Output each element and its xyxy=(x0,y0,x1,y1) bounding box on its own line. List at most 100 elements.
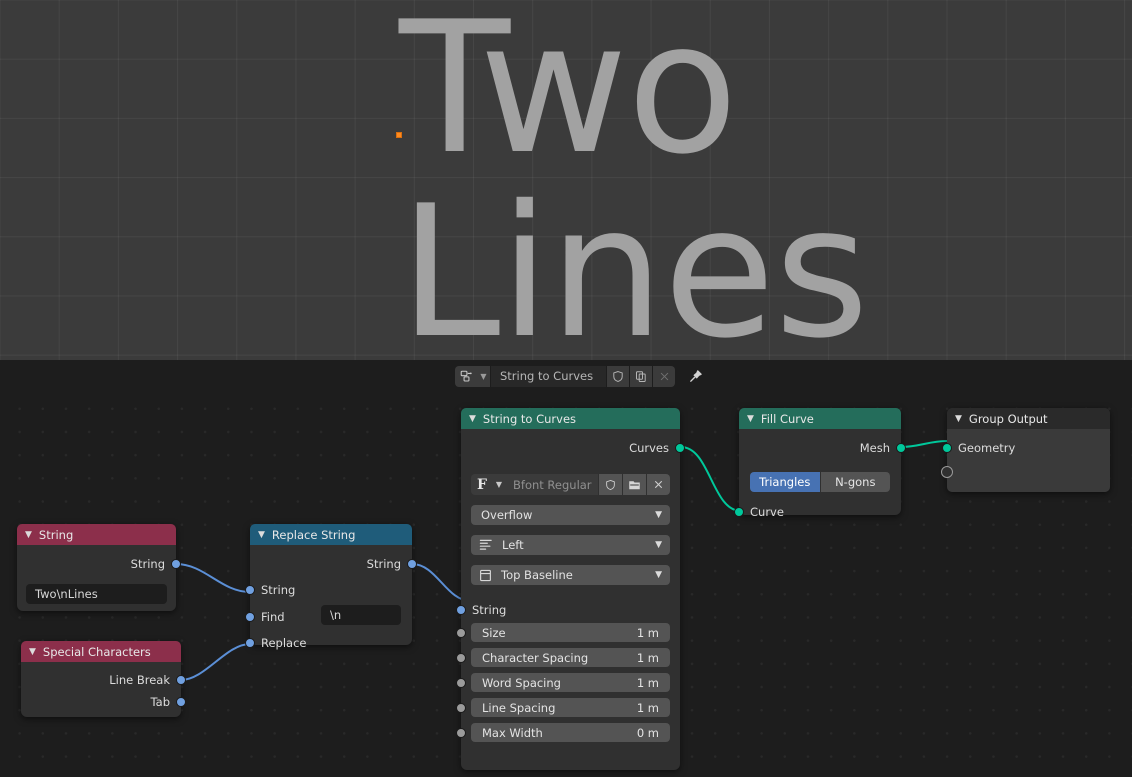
input-socket-character-spacing[interactable] xyxy=(456,653,466,663)
geometry-nodes-icon[interactable] xyxy=(455,366,477,387)
slider-label: Line Spacing xyxy=(482,701,555,715)
slider-word-spacing-row: Word Spacing 1 m xyxy=(471,673,670,692)
slider-character-spacing-row: Character Spacing 1 m xyxy=(471,648,670,667)
node-body: Line Break Tab xyxy=(21,662,181,717)
value-sliders: Size 1 m Character Spacing 1 m xyxy=(461,623,680,742)
fill-mode-toggle-group[interactable]: Triangles N-gons xyxy=(750,472,890,492)
font-datablock-selector[interactable]: F ▼ Bfont Regular xyxy=(471,474,670,495)
socket-row-line-break: Line Break xyxy=(21,669,181,691)
output-socket-tab[interactable] xyxy=(176,697,186,707)
node-title: Special Characters xyxy=(43,645,151,659)
output-socket-line-break[interactable] xyxy=(176,675,186,685)
node-title: Replace String xyxy=(272,528,355,542)
input-socket-replace[interactable] xyxy=(245,638,255,648)
output-socket-curves[interactable] xyxy=(675,443,685,453)
node-header[interactable]: ▼ Special Characters xyxy=(21,641,181,662)
input-socket-find[interactable] xyxy=(245,612,255,622)
socket-row-curves-out: Curves xyxy=(461,437,680,459)
slider-label: Character Spacing xyxy=(482,651,588,665)
input-socket-string[interactable] xyxy=(245,585,255,595)
socket-row-geometry-in: Geometry xyxy=(947,436,1110,460)
node-header[interactable]: ▼ String xyxy=(17,524,176,545)
chevron-down-icon[interactable]: ▼ xyxy=(25,530,32,540)
slider-size[interactable]: Size 1 m xyxy=(471,623,670,642)
node-title: Group Output xyxy=(969,412,1048,426)
font-name-label[interactable]: Bfont Regular xyxy=(505,474,598,495)
node-replace-string[interactable]: ▼ Replace String String String Find \n xyxy=(250,524,412,645)
node-editor-header: ▼ String to Curves xyxy=(0,360,1132,392)
find-value-field[interactable]: \n xyxy=(321,605,401,625)
socket-row-find: Find \n xyxy=(250,604,412,630)
chevron-down-icon[interactable]: ▼ xyxy=(258,530,265,540)
new-datablock-icon[interactable] xyxy=(630,366,652,387)
node-string-to-curves[interactable]: ▼ String to Curves Curves F ▼ Bfont Regu… xyxy=(461,408,680,770)
node-group-output[interactable]: ▼ Group Output Geometry xyxy=(947,408,1110,492)
input-socket-string[interactable] xyxy=(456,605,466,615)
toggle-triangles[interactable]: Triangles xyxy=(750,472,820,492)
socket-label: Tab xyxy=(151,695,170,709)
geometry-node-editor[interactable]: ▼ String to Curves xyxy=(0,360,1132,777)
node-body: String String Find \n Replace xyxy=(250,545,412,645)
string-value-field[interactable]: Two\nLines xyxy=(26,584,167,604)
socket-row-mesh-out: Mesh xyxy=(739,437,901,459)
viewport-text-line-2: Lines xyxy=(399,181,868,360)
fake-user-icon[interactable] xyxy=(599,474,622,495)
node-header[interactable]: ▼ Group Output xyxy=(947,408,1110,429)
open-file-icon[interactable] xyxy=(623,474,646,495)
unlink-datablock-icon[interactable] xyxy=(653,366,675,387)
socket-label: Curves xyxy=(629,441,669,455)
node-title: Fill Curve xyxy=(761,412,814,426)
viewport-text-object: Two Lines xyxy=(0,0,1132,360)
socket-label: String xyxy=(261,583,295,597)
node-header[interactable]: ▼ Replace String xyxy=(250,524,412,545)
chevron-down-icon[interactable]: ▼ xyxy=(477,366,490,387)
slider-line-spacing-row: Line Spacing 1 m xyxy=(471,698,670,717)
output-socket-string[interactable] xyxy=(171,559,181,569)
unlink-icon[interactable] xyxy=(647,474,670,495)
chevron-down-icon[interactable]: ▼ xyxy=(493,474,505,495)
fake-user-icon[interactable] xyxy=(607,366,629,387)
node-fill-curve[interactable]: ▼ Fill Curve Mesh Triangles N-gons xyxy=(739,408,901,515)
output-socket-string[interactable] xyxy=(407,559,417,569)
chevron-down-icon[interactable]: ▼ xyxy=(469,414,476,424)
node-string[interactable]: ▼ String String Two\nLines xyxy=(17,524,176,611)
node-special-characters[interactable]: ▼ Special Characters Line Break Tab xyxy=(21,641,181,717)
slider-max-width[interactable]: Max Width 0 m xyxy=(471,723,670,742)
input-socket-curve[interactable] xyxy=(734,507,744,517)
input-socket-max-width[interactable] xyxy=(456,728,466,738)
input-socket-new[interactable] xyxy=(941,466,953,478)
3d-viewport[interactable]: Two Lines xyxy=(0,0,1132,360)
output-socket-mesh[interactable] xyxy=(896,443,906,453)
input-socket-word-spacing[interactable] xyxy=(456,678,466,688)
horizontal-align-dropdown[interactable]: Left ▼ xyxy=(471,535,670,555)
socket-row-new-in xyxy=(947,460,1110,484)
socket-row-string-in: String xyxy=(461,597,680,623)
toggle-n-gons[interactable]: N-gons xyxy=(821,472,891,492)
overflow-dropdown[interactable]: Overflow ▼ xyxy=(471,505,670,525)
chevron-down-icon: ▼ xyxy=(655,540,662,550)
node-title: String to Curves xyxy=(483,412,576,426)
node-header[interactable]: ▼ String to Curves xyxy=(461,408,680,429)
node-tree-datablock[interactable]: ▼ String to Curves xyxy=(455,366,675,387)
slider-word-spacing[interactable]: Word Spacing 1 m xyxy=(471,673,670,692)
input-socket-line-spacing[interactable] xyxy=(456,703,466,713)
blender-window: Two Lines ▼ xyxy=(0,0,1132,777)
slider-character-spacing[interactable]: Character Spacing 1 m xyxy=(471,648,670,667)
pin-icon[interactable] xyxy=(687,366,704,386)
slider-value: 1 m xyxy=(637,651,659,665)
chevron-down-icon[interactable]: ▼ xyxy=(747,414,754,424)
chevron-down-icon[interactable]: ▼ xyxy=(955,414,962,424)
font-icon: F xyxy=(471,474,493,495)
socket-row-string-in: String xyxy=(250,575,412,604)
input-socket-geometry[interactable] xyxy=(942,443,952,453)
viewport-text-line-1: Two xyxy=(399,0,737,179)
object-origin-point[interactable] xyxy=(396,132,402,138)
node-tree-name-field[interactable]: String to Curves xyxy=(491,366,606,387)
node-header[interactable]: ▼ Fill Curve xyxy=(739,408,901,429)
slider-max-width-row: Max Width 0 m xyxy=(471,723,670,742)
slider-line-spacing[interactable]: Line Spacing 1 m xyxy=(471,698,670,717)
socket-row-curve-in: Curve xyxy=(739,499,901,525)
vertical-align-dropdown[interactable]: Top Baseline ▼ xyxy=(471,565,670,585)
input-socket-size[interactable] xyxy=(456,628,466,638)
chevron-down-icon[interactable]: ▼ xyxy=(29,647,36,657)
